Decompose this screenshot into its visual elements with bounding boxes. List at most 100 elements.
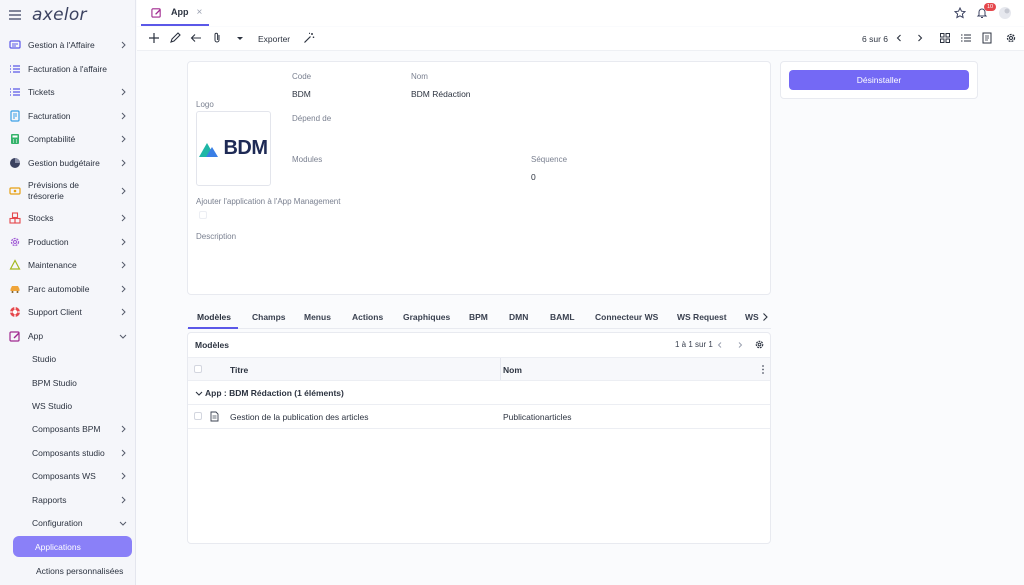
chevron-right-icon [121, 496, 126, 504]
sidebar-subitem-composants-ws[interactable]: Composants WS [0, 469, 135, 483]
sidebar-subitem-ws-studio[interactable]: WS Studio [0, 399, 135, 413]
boxes-icon [9, 212, 21, 224]
chevron-right-icon [121, 472, 126, 480]
settings-icon[interactable] [754, 339, 765, 350]
bdm-logo-text: BDM [223, 137, 268, 159]
sidebar-subitem-configuration[interactable]: Configuration [0, 516, 135, 530]
panel-title: Modèles [195, 340, 230, 350]
tab-champs[interactable]: Champs [252, 312, 286, 322]
chevron-left-icon[interactable] [894, 32, 904, 44]
sidebar-item-maintenance[interactable]: Maintenance [0, 258, 135, 272]
chevron-right-icon [121, 112, 126, 120]
chevron-right-icon [121, 308, 126, 316]
sidebar-item-label: Gestion à l'Affaire [28, 39, 95, 50]
sidebar-item-label: Support Client [28, 306, 82, 317]
document-icon[interactable] [210, 411, 219, 422]
sidebar-item-comptabilite[interactable]: Comptabilité [0, 132, 135, 146]
notification-badge: 10 [984, 3, 997, 11]
tab-dmn[interactable]: DMN [509, 312, 528, 322]
sidebar-item-tickets[interactable]: Tickets [0, 85, 135, 99]
chevron-right-icon[interactable] [736, 341, 744, 349]
sidebar-item-parc-automobile[interactable]: Parc automobile [0, 282, 135, 296]
chevron-right-icon [121, 214, 126, 222]
tabs-divider [187, 328, 771, 329]
close-icon[interactable]: × [197, 7, 203, 18]
add-app-checkbox[interactable] [199, 211, 207, 219]
chevron-right-icon[interactable] [761, 312, 769, 322]
sidebar-item-support-client[interactable]: Support Client [0, 305, 135, 319]
sidebar-item-label: App [28, 330, 44, 341]
invoice-icon [10, 110, 20, 122]
sidebar-item-gestion-budgetaire[interactable]: Gestion budgétaire [0, 156, 135, 170]
sidebar-subitem-applications[interactable]: Applications [13, 536, 132, 557]
attachment-icon[interactable] [211, 32, 223, 44]
sidebar-subitem-bpm-studio[interactable]: BPM Studio [0, 376, 135, 390]
tab-ws[interactable]: WS [745, 312, 759, 322]
hamburger-menu-icon[interactable] [9, 10, 21, 20]
sidebar-item-production[interactable]: Production [0, 235, 135, 249]
uninstall-button[interactable]: Désinstaller [789, 70, 969, 90]
grid-header: Titre Nom [188, 357, 770, 381]
sidebar-item-facturation[interactable]: Facturation [0, 109, 135, 123]
add-icon[interactable] [148, 32, 160, 44]
back-arrow-icon[interactable] [190, 32, 202, 44]
tab-actions[interactable]: Actions [352, 312, 383, 322]
sidebar-item-label: Production [28, 236, 69, 247]
toolbar: Exporter 6 sur 6 [137, 27, 1024, 51]
sidebar-subitem-rapports[interactable]: Rapports [0, 493, 135, 507]
sequence-label: Séquence [531, 155, 568, 164]
caret-down-icon[interactable] [234, 32, 246, 44]
tab-baml[interactable]: BAML [550, 312, 575, 322]
select-all-checkbox[interactable] [194, 365, 202, 373]
grid-view-icon[interactable] [939, 32, 951, 44]
avatar[interactable] [998, 6, 1012, 20]
chevron-right-icon [121, 449, 126, 457]
sidebar-item-stocks[interactable]: Stocks [0, 211, 135, 225]
cash-icon [9, 187, 21, 195]
chevron-right-icon[interactable] [915, 32, 925, 44]
sidebar-subitem-studio[interactable]: Studio [0, 352, 135, 366]
tab-graphiques[interactable]: Graphiques [403, 312, 450, 322]
column-divider [500, 358, 501, 380]
sidebar-subitem-actions-personnalisees[interactable]: Actions personnalisées [0, 564, 135, 578]
more-vertical-icon[interactable] [761, 364, 765, 375]
notifications[interactable]: 10 [976, 3, 997, 19]
sidebar-item-app[interactable]: App [0, 329, 135, 343]
chevron-right-icon [121, 135, 126, 143]
table-row[interactable]: Gestion de la publication des articles P… [188, 405, 770, 429]
sidebar-item-facturation-affaire[interactable]: Facturation à l'affaire [0, 62, 135, 76]
magic-wand-icon[interactable] [303, 32, 315, 44]
logo-upload[interactable]: BDM [196, 111, 271, 186]
settings-icon[interactable] [1005, 32, 1017, 44]
sidebar-item-label: Studio [32, 353, 57, 364]
depends-label: Dépend de [292, 114, 332, 123]
tab-connecteur-ws[interactable]: Connecteur WS [595, 312, 658, 322]
sidebar-item-label: Comptabilité [28, 133, 76, 144]
pencil-icon[interactable] [169, 32, 181, 44]
chevron-left-icon[interactable] [716, 341, 724, 349]
pie-chart-icon [10, 158, 20, 168]
chevron-down-icon [195, 391, 203, 396]
group-row[interactable]: App : BDM Rédaction (1 éléments) [188, 381, 770, 405]
sidebar-item-label: Gestion budgétaire [28, 157, 100, 168]
chevron-right-icon [121, 41, 126, 49]
column-header-titre[interactable]: Titre [230, 365, 248, 375]
sidebar-subitem-composants-bpm[interactable]: Composants BPM [0, 422, 135, 436]
tab-bpm[interactable]: BPM [469, 312, 488, 322]
form-view-icon[interactable] [981, 32, 993, 44]
list-view-icon[interactable] [960, 32, 972, 44]
sidebar-item-previsions-tresorerie[interactable]: Prévisions de trésorerie [0, 178, 135, 204]
column-header-nom[interactable]: Nom [503, 365, 522, 375]
chevron-down-icon [119, 521, 127, 526]
sidebar-item-label: WS Studio [32, 400, 73, 411]
name-label: Nom [411, 72, 428, 81]
star-icon[interactable] [954, 7, 966, 19]
tab-modeles[interactable]: Modèles [197, 312, 231, 322]
tab-menus[interactable]: Menus [304, 312, 331, 322]
export-button[interactable]: Exporter [258, 34, 290, 44]
tab-app[interactable]: App × [141, 0, 209, 26]
tab-ws-request[interactable]: WS Request [677, 312, 727, 322]
sidebar-item-gestion-affaire[interactable]: Gestion à l'Affaire [0, 38, 135, 52]
sidebar-subitem-composants-studio[interactable]: Composants studio [0, 446, 135, 460]
row-checkbox[interactable] [194, 412, 202, 420]
